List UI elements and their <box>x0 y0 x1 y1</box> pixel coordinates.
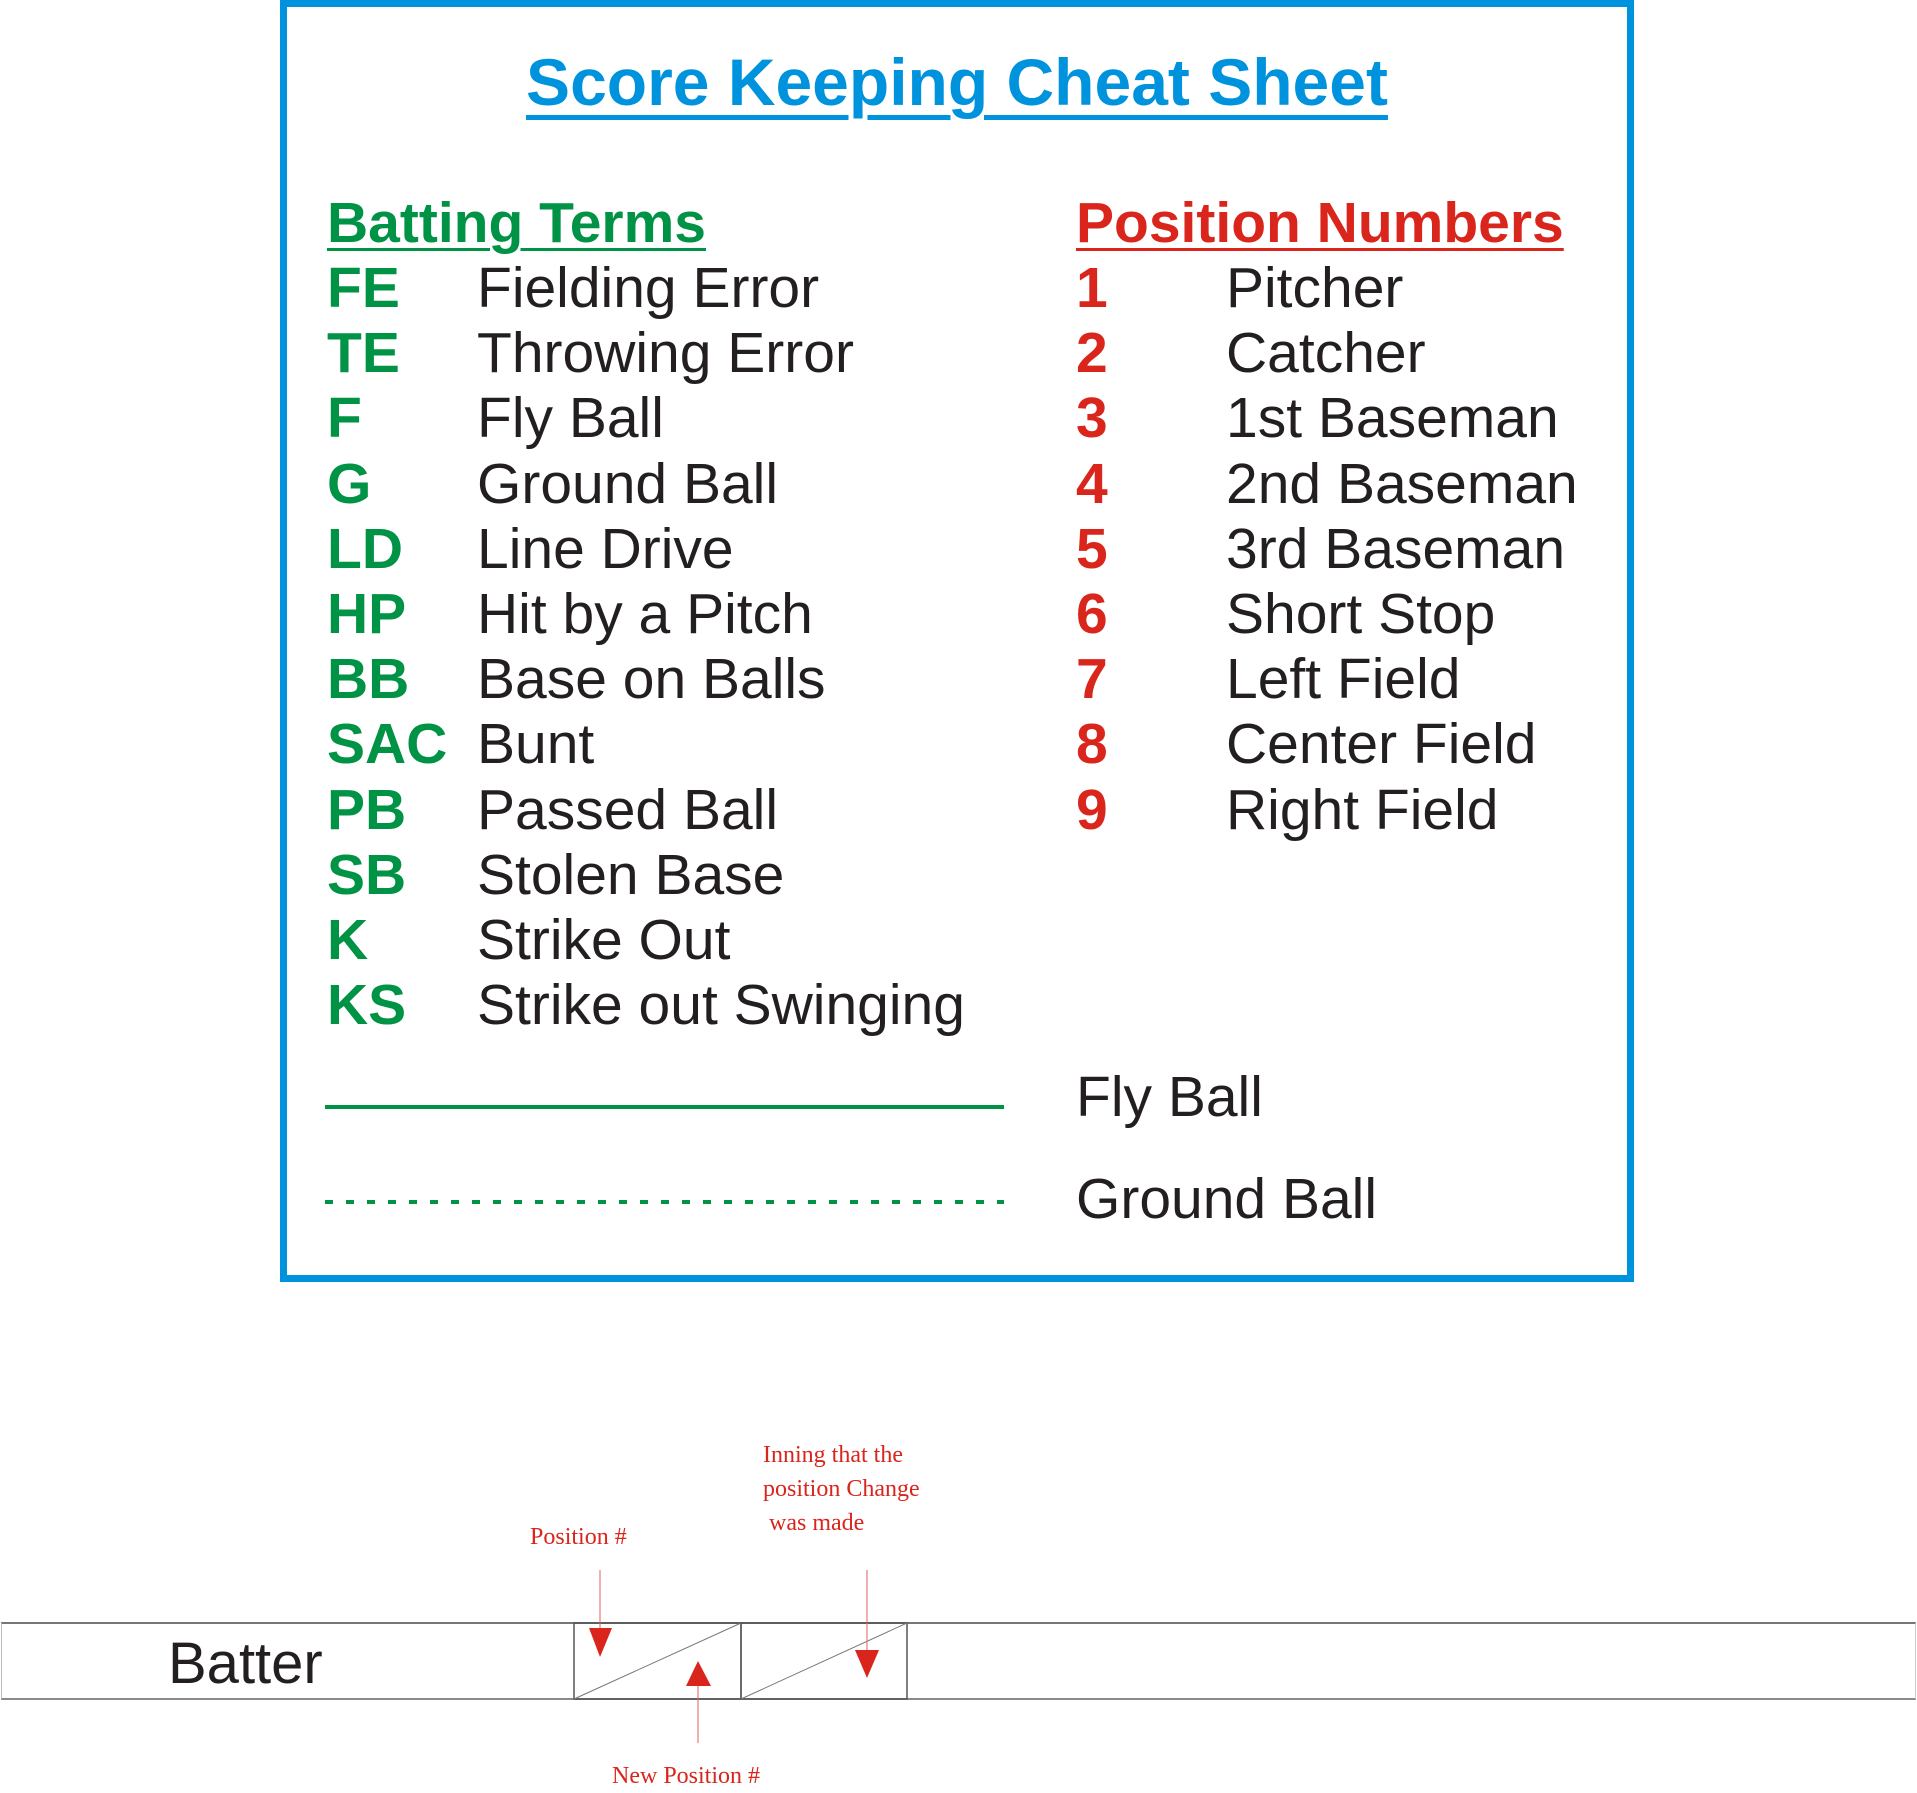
inning-arrow-icon <box>855 1570 879 1678</box>
new-position-arrow-icon <box>686 1661 711 1743</box>
position-annotation: Position # <box>530 1524 627 1550</box>
inning-annotation-line-1: Inning that the <box>763 1442 903 1468</box>
position-arrow-icon <box>589 1570 612 1657</box>
diagonal-divider <box>740 1622 908 1700</box>
new-position-annotation: New Position # <box>612 1763 761 1789</box>
position-box-2 <box>740 1622 908 1700</box>
inning-annotation-line-2: position Change <box>763 1476 920 1502</box>
position-change-diagram <box>573 1570 908 1743</box>
inning-annotation-line-3: was made <box>763 1510 865 1536</box>
